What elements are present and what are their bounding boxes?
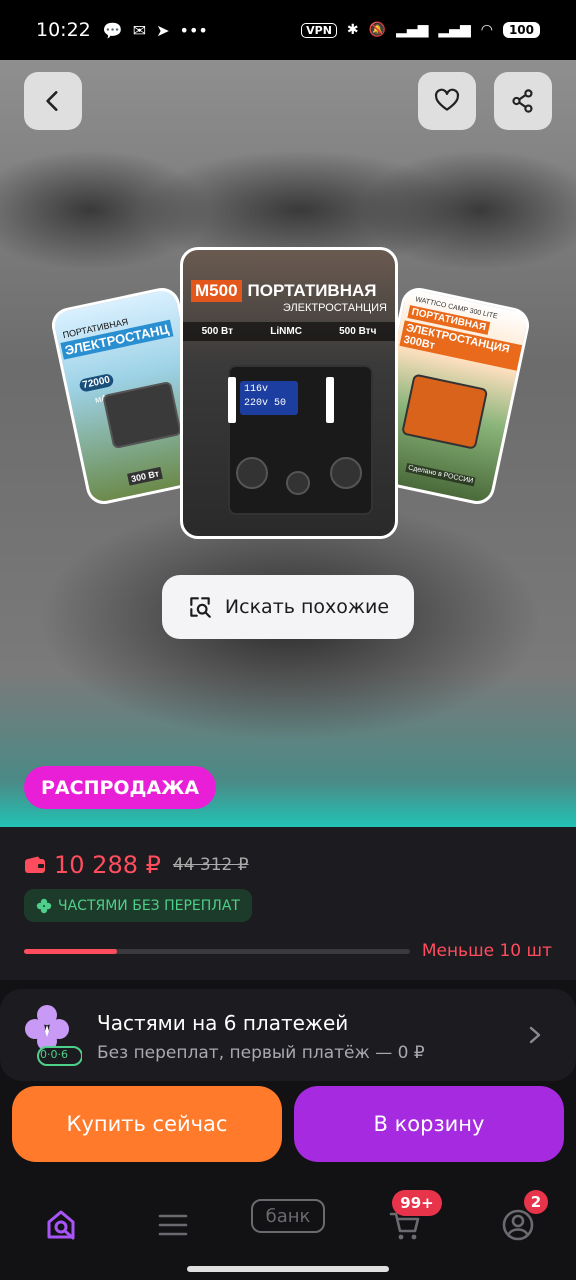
wallet-icon	[25, 856, 45, 873]
display-line-2: 220v 50	[244, 398, 287, 409]
chat-icon: 💬	[102, 20, 123, 40]
status-bar: 10:22 💬 ✉ ➤ ••• VPN ✱ 🔕 ▂▄▆ ▂▄▆ ◠ 100	[0, 0, 576, 60]
installment-badge[interactable]: ЧАСТЯМИ БЕЗ ПЕРЕПЛАТ	[24, 889, 252, 922]
bluetooth-icon: ✱	[346, 22, 359, 38]
status-time: 10:22	[36, 19, 91, 41]
display-line-1: 116v	[244, 384, 269, 395]
share-icon	[512, 89, 533, 113]
search-similar-button[interactable]: Искать похожие	[162, 575, 414, 639]
gallery-main-image[interactable]: M500 ПОРТАТИВНАЯ ЭЛЕКТРОСТАНЦИЯ 500 Вт L…	[180, 247, 398, 539]
thumb-left-power: 300 Вт	[127, 466, 164, 486]
cart-badge: 99+	[392, 1190, 442, 1216]
main-image-header: M500 ПОРТАТИВНАЯ	[191, 280, 376, 302]
old-price: 44 312 ₽	[172, 855, 249, 875]
stock-remaining: Меньше 10 шт	[421, 941, 552, 961]
product-gallery[interactable]: ПОРТАТИВНАЯ ЭЛЕКТРОСТАНЦ 72000 мАч 300 В…	[0, 60, 576, 827]
device-display: 116v 220v 50	[240, 381, 298, 415]
tab-catalog[interactable]	[148, 1200, 198, 1250]
sale-badge: РАСПРОДАЖА	[24, 766, 217, 809]
power-knob	[286, 471, 310, 495]
heart-icon	[434, 88, 460, 111]
image-search-icon	[190, 597, 211, 618]
tab-bank[interactable]: банк	[251, 1199, 325, 1233]
installment-subtitle: Без переплат, первый платёж — 0 ₽	[97, 1043, 425, 1063]
power-station-image	[401, 373, 489, 450]
profile-badge: 2	[524, 1190, 548, 1214]
main-image-model: M500	[191, 280, 242, 302]
installment-plan-row[interactable]: 0·0·6 Частями на 6 платежей Без переплат…	[0, 989, 576, 1081]
stock-progress-fill	[24, 949, 117, 954]
main-image-title: ПОРТАТИВНАЯ	[247, 281, 377, 300]
ac-socket-left	[236, 457, 268, 489]
spec-chemistry: LiNMC	[270, 326, 302, 337]
share-button[interactable]	[494, 72, 552, 130]
clover-icon	[36, 898, 52, 913]
thumb-left-capacity: 72000	[78, 372, 115, 393]
wifi-icon: ◠	[480, 22, 493, 38]
home-search-icon	[47, 1210, 75, 1240]
battery-icon: 100	[502, 22, 540, 38]
ac-socket-right	[330, 457, 362, 489]
message-icon: ✉	[132, 20, 147, 40]
mute-icon: 🔕	[368, 22, 387, 38]
add-to-cart-button[interactable]: В корзину	[294, 1086, 564, 1162]
system-icons: VPN ✱ 🔕 ▂▄▆ ▂▄▆ ◠ 100	[301, 22, 540, 38]
installment-badge-label: ЧАСТЯМИ БЕЗ ПЕРЕПЛАТ	[58, 897, 240, 914]
tab-home[interactable]	[36, 1200, 86, 1250]
installment-title: Частями на 6 платежей	[97, 1011, 349, 1035]
arrow-left-icon	[46, 91, 58, 111]
power-station-image	[102, 380, 183, 450]
home-indicator[interactable]	[187, 1266, 389, 1272]
current-price: 10 288 ₽	[54, 851, 161, 879]
search-similar-label: Искать похожие	[224, 596, 390, 618]
price-panel: 10 288 ₽ 44 312 ₽ ЧАСТЯМИ БЕЗ ПЕРЕПЛАТ М…	[0, 827, 576, 980]
vpn-icon: VPN	[301, 22, 337, 38]
price-row: 10 288 ₽ 44 312 ₽	[24, 851, 249, 879]
power-station-image: 116v 220v 50	[228, 365, 373, 515]
main-image-specs: 500 Вт LiNMC 500 Втч	[183, 322, 395, 341]
split-payment-icon-label: 0·0·6	[40, 1048, 68, 1061]
more-icon: •••	[179, 20, 208, 40]
telegram-icon: ➤	[156, 20, 170, 40]
favorite-button[interactable]	[418, 72, 476, 130]
led-bar-right	[326, 377, 334, 423]
spec-energy: 500 Втч	[339, 326, 377, 337]
back-button[interactable]	[24, 72, 82, 130]
stock-progress-bar	[24, 949, 410, 954]
led-bar-left	[228, 377, 236, 423]
notification-icons: 💬 ✉ ➤ •••	[103, 21, 208, 40]
signal-icon: ▂▄▆	[396, 22, 429, 38]
menu-icon	[158, 1214, 188, 1236]
thumb-right-footer: Сделано в РОССИИ	[405, 462, 476, 487]
main-image-subtitle: ЭЛЕКТРОСТАНЦИЯ	[282, 302, 387, 314]
spec-power: 500 Вт	[201, 326, 234, 337]
chevron-right-icon	[529, 1026, 541, 1044]
signal-2-icon: ▂▄▆	[438, 22, 471, 38]
buy-now-button[interactable]: Купить сейчас	[12, 1086, 282, 1162]
